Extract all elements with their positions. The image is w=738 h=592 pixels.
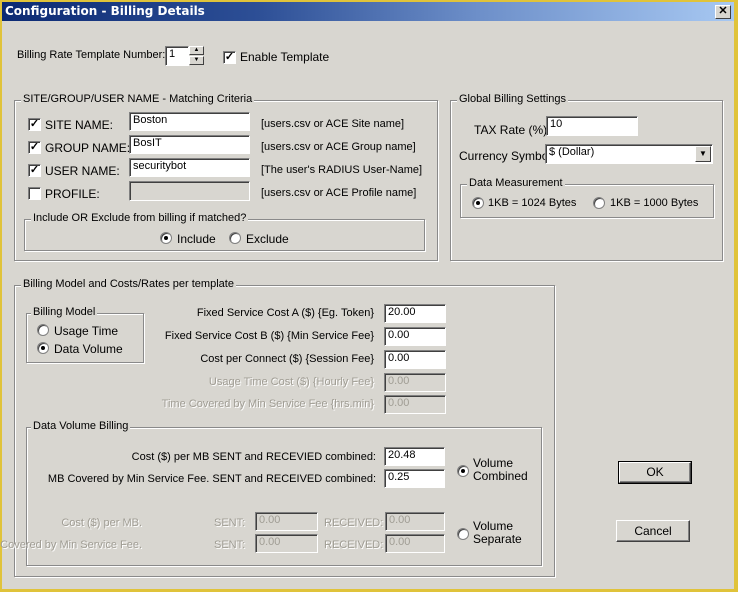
combined-cost-label: Cost ($) per MB SENT and RECEVIED combin… (131, 451, 376, 463)
group-name-label: GROUP NAME: (45, 141, 131, 155)
currency-select[interactable]: $ (Dollar) (545, 144, 713, 164)
global-billing-legend: Global Billing Settings (457, 93, 569, 105)
kb-1000-label: 1KB = 1000 Bytes (610, 197, 699, 209)
template-number-input[interactable]: 1 (165, 46, 189, 66)
template-number-label: Billing Rate Template Number: (17, 49, 166, 61)
fixed-cost-a-label: Fixed Service Cost A ($) {Eg. Token} (196, 307, 374, 319)
combined-mb-label: MB Covered by Min Service Fee. SENT and … (47, 473, 376, 485)
ok-button[interactable]: OK (618, 461, 692, 484)
fixed-cost-b-label: Fixed Service Cost B ($) {Min Service Fe… (164, 330, 374, 342)
billing-details-dialog: Configuration - Billing Details ✕ Billin… (0, 2, 734, 589)
user-name-hint: [The user's RADIUS User-Name] (261, 164, 423, 176)
separate-cost-sent-input[interactable]: 0.00 (255, 512, 318, 531)
volume-separate-radio[interactable] (457, 528, 469, 540)
kb-1024-radio[interactable] (472, 197, 484, 209)
separate-cost-sent-label: SENT: (214, 517, 246, 529)
time-covered-label: Time Covered by Min Service Fee {hrs.min… (161, 398, 374, 410)
usage-time-cost-input[interactable]: 0.00 (384, 373, 446, 392)
window-title: Configuration - Billing Details (5, 4, 205, 18)
profile-hint: [users.csv or ACE Profile name] (261, 187, 417, 199)
fixed-cost-b-input[interactable]: 0.00 (384, 327, 446, 346)
combined-cost-input[interactable]: 20.48 (384, 447, 445, 466)
site-name-input[interactable]: Boston (129, 112, 250, 131)
usage-time-radio[interactable] (37, 324, 49, 336)
title-bar[interactable]: Configuration - Billing Details ✕ (2, 2, 734, 21)
usage-time-cost-label: Usage Time Cost ($) {Hourly Fee} (208, 376, 374, 388)
data-measurement-legend: Data Measurement (467, 177, 565, 189)
separate-mb-sent-input[interactable]: 0.00 (255, 534, 318, 553)
usage-time-label: Usage Time (54, 324, 119, 338)
enable-template-checkbox[interactable]: ✓ (223, 51, 236, 64)
volume-combined-radio[interactable] (457, 465, 469, 477)
site-name-checkbox[interactable]: ✓ (28, 118, 41, 131)
matching-criteria-legend: SITE/GROUP/USER NAME - Matching Criteria (21, 93, 255, 105)
site-name-hint: [users.csv or ACE Site name] (261, 118, 405, 130)
include-radio[interactable] (160, 232, 172, 244)
cost-per-connect-input[interactable]: 0.00 (384, 350, 446, 369)
close-icon[interactable]: ✕ (715, 5, 731, 19)
profile-input[interactable] (129, 181, 250, 201)
spin-up-icon[interactable]: ▲ (189, 46, 204, 55)
data-volume-radio[interactable] (37, 342, 49, 354)
data-volume-label: Data Volume (54, 342, 123, 356)
include-exclude-group: Include OR Exclude from billing if match… (24, 212, 425, 251)
tax-rate-label: TAX Rate (%) (474, 123, 548, 137)
chevron-down-icon[interactable]: ▼ (695, 146, 711, 162)
billing-model-legend: Billing Model (31, 306, 98, 318)
separate-mb-label: MB Covered by Min Service Fee. (0, 539, 142, 551)
currency-symbol-label: Currency Symbol (459, 149, 552, 163)
cancel-button[interactable]: Cancel (616, 520, 690, 542)
volume-separate-label: Volume Separate (473, 519, 522, 546)
group-name-input[interactable]: BosIT (129, 135, 250, 154)
exclude-label: Exclude (246, 232, 289, 246)
user-name-label: USER NAME: (45, 164, 120, 178)
cost-per-connect-label: Cost per Connect ($) {Session Fee} (200, 353, 374, 365)
include-exclude-legend: Include OR Exclude from billing if match… (31, 212, 249, 224)
separate-cost-received-label: RECEIVED: (324, 517, 384, 529)
exclude-radio[interactable] (229, 232, 241, 244)
separate-cost-received-input[interactable]: 0.00 (385, 512, 445, 531)
include-label: Include (177, 232, 216, 246)
spin-down-icon[interactable]: ▼ (189, 56, 204, 65)
data-volume-billing-legend: Data Volume Billing (31, 420, 131, 432)
profile-checkbox[interactable] (28, 187, 41, 200)
volume-combined-label: Volume Combined (473, 456, 528, 483)
combined-mb-input[interactable]: 0.25 (384, 469, 445, 488)
kb-1024-label: 1KB = 1024 Bytes (488, 197, 577, 209)
enable-template-label: Enable Template (240, 50, 330, 64)
billing-model-costs-legend: Billing Model and Costs/Rates per templa… (21, 278, 236, 290)
site-name-label: SITE NAME: (45, 118, 114, 132)
user-name-checkbox[interactable]: ✓ (28, 164, 41, 177)
profile-label: PROFILE: (45, 187, 100, 201)
currency-value: $ (Dollar) (549, 146, 595, 158)
time-covered-input[interactable]: 0.00 (384, 395, 446, 414)
tax-rate-input[interactable]: 10 (546, 116, 638, 136)
separate-mb-received-label: RECEIVED: (324, 539, 384, 551)
user-name-input[interactable]: securitybot (129, 158, 250, 177)
fixed-cost-a-input[interactable]: 20.00 (384, 304, 446, 323)
separate-mb-received-input[interactable]: 0.00 (385, 534, 445, 553)
group-name-hint: [users.csv or ACE Group name] (261, 141, 416, 153)
kb-1000-radio[interactable] (593, 197, 605, 209)
group-name-checkbox[interactable]: ✓ (28, 141, 41, 154)
separate-mb-sent-label: SENT: (214, 539, 246, 551)
separate-cost-label: Cost ($) per MB. (61, 517, 142, 529)
